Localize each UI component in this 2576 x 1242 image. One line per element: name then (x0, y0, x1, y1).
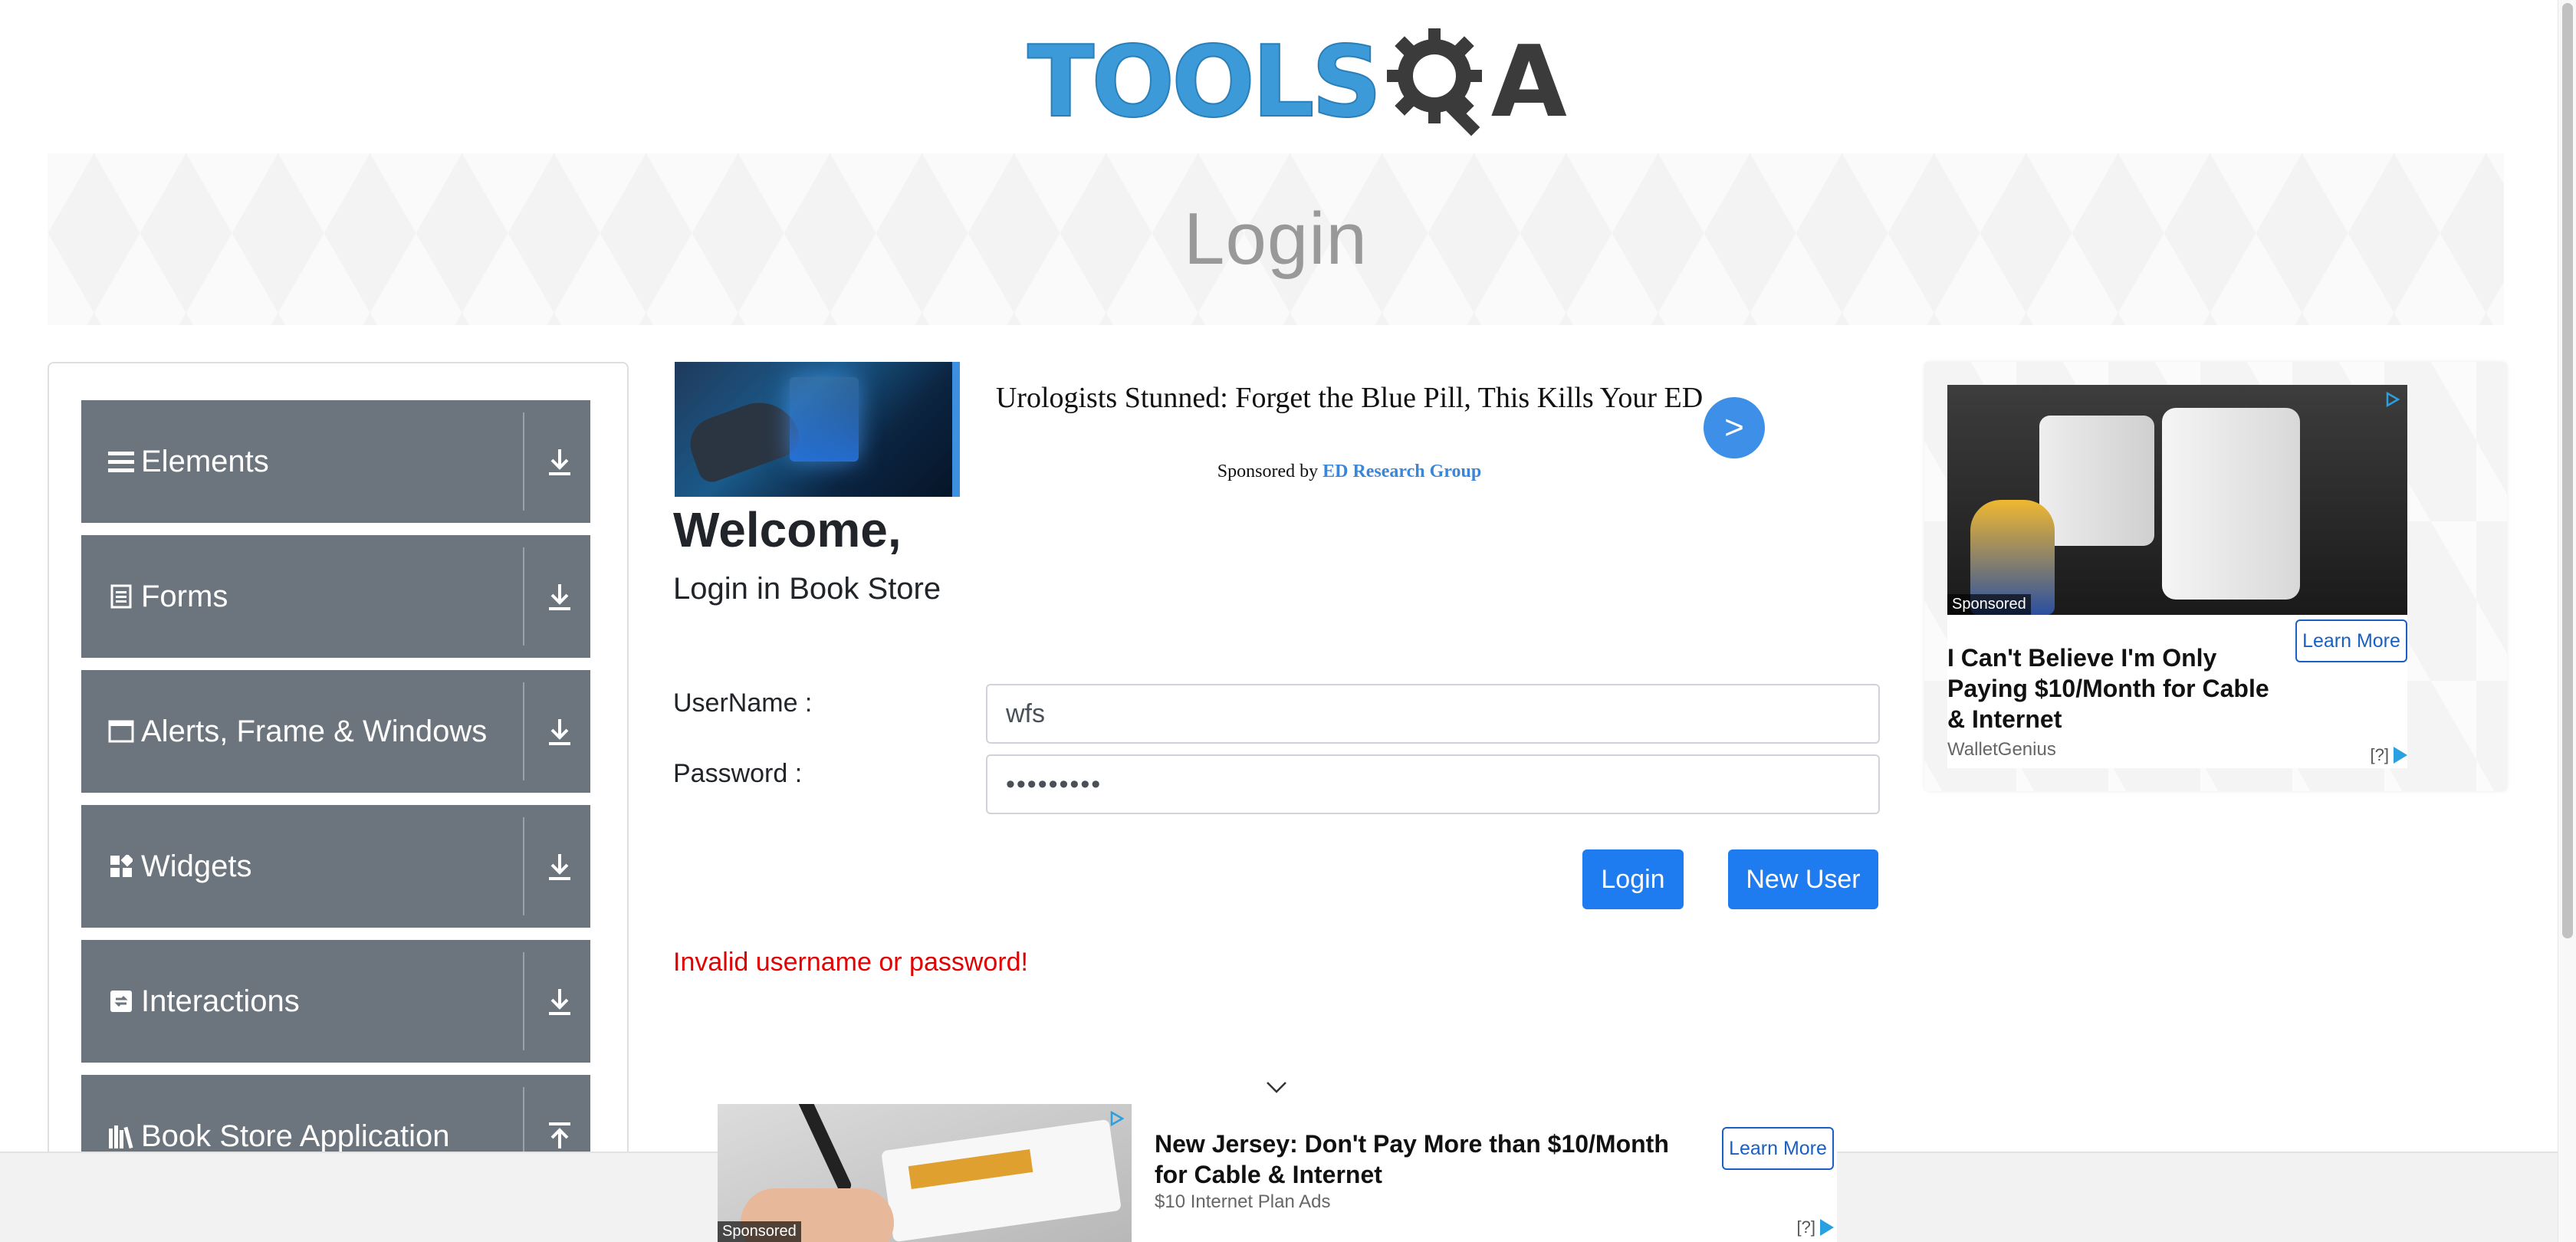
ad-info-label: [?] (2370, 745, 2389, 764)
page-title: Login (1184, 198, 1368, 280)
page-scrollbar[interactable] (2558, 0, 2576, 1242)
new-user-button[interactable]: New User (1728, 849, 1878, 909)
right-advertisement: Sponsored I Can't Believe I'm Only Payin… (1924, 362, 2507, 791)
divider (523, 952, 524, 1050)
ad-headline[interactable]: Urologists Stunned: Forget the Blue Pill… (966, 379, 1733, 417)
sponsored-tag: Sponsored (718, 1221, 801, 1242)
sidebar-group-label: Interactions (141, 984, 300, 1018)
download-arrow-icon[interactable] (541, 443, 578, 480)
sponsored-tag: Sponsored (1947, 594, 2031, 615)
password-input[interactable]: ••••••••• (986, 754, 1880, 814)
ad-image-modem (2039, 416, 2154, 546)
login-button[interactable]: Login (1582, 849, 1684, 909)
ad-image-router (2162, 408, 2300, 600)
window-icon (107, 718, 135, 745)
ad-go-button[interactable]: > (1704, 397, 1765, 458)
sidebar-group-label: Widgets (141, 849, 252, 883)
username-label: UserName : (673, 688, 813, 718)
adchoices-icon (1820, 1219, 1834, 1236)
chevron-down-icon[interactable] (1265, 1079, 1288, 1095)
sidebar-group-label: Book Store Application (141, 1119, 450, 1153)
adchoices-icon (2394, 747, 2407, 764)
ad-sponsor-name[interactable]: ED Research Group (1322, 462, 1481, 481)
gear-magnifier-icon (1382, 25, 1497, 140)
ad-info-label: [?] (1796, 1217, 1815, 1237)
bottom-advertisement[interactable]: Sponsored New Jersey: Don't Pay More tha… (718, 1104, 1837, 1242)
ad-image-hand (682, 391, 805, 486)
sidebar-group-label: Alerts, Frame & Windows (141, 714, 488, 748)
divider (523, 682, 524, 780)
bottom-ad-source: $10 Internet Plan Ads (1155, 1191, 1331, 1212)
sidebar-group-label: Elements (141, 444, 269, 478)
error-message: Invalid username or password! (673, 948, 1029, 977)
ad-thumbnail (675, 362, 960, 497)
download-arrow-icon[interactable] (541, 713, 578, 750)
welcome-heading: Welcome, (673, 502, 902, 557)
right-ad-source: WalletGenius (1947, 739, 2056, 760)
right-ad-title[interactable]: I Can't Believe I'm Only Paying $10/Mont… (1947, 642, 2285, 734)
sidebar-group-interactions[interactable]: Interactions (81, 940, 590, 1063)
sidebar-group-label: Forms (141, 579, 228, 613)
learn-more-button[interactable]: Learn More (1722, 1127, 1834, 1170)
widgets-icon (107, 853, 135, 880)
logo-a-text: A (1490, 25, 1567, 140)
divider (523, 547, 524, 646)
ad-info[interactable]: [?] (1797, 1217, 1834, 1237)
username-input[interactable]: wfs (986, 684, 1880, 744)
page: TOOLS A Login Elements Forms Alerts, Fra… (0, 0, 2576, 1242)
top-advertisement[interactable]: Urologists Stunned: Forget the Blue Pill… (675, 362, 1779, 497)
hamburger-icon (107, 448, 135, 475)
document-icon (107, 583, 135, 610)
toolsqa-logo[interactable]: TOOLS A (1027, 21, 1567, 144)
interactions-icon (107, 987, 135, 1015)
bottom-ad-title[interactable]: New Jersey: Don't Pay More than $10/Mont… (1155, 1129, 1691, 1190)
books-icon (107, 1122, 135, 1150)
right-ad-card[interactable]: Sponsored I Can't Believe I'm Only Payin… (1947, 385, 2407, 768)
adchoices-icon[interactable] (2384, 391, 2401, 412)
ad-image-glass (790, 377, 859, 462)
sidebar: Elements Forms Alerts, Frame & Windows W… (48, 362, 629, 1242)
sidebar-group-widgets[interactable]: Widgets (81, 805, 590, 928)
ad-info[interactable]: [?] (2371, 745, 2407, 765)
bottom-ad-image[interactable]: Sponsored (718, 1104, 1132, 1242)
ad-sponsor-line: Sponsored by ED Research Group (966, 462, 1733, 482)
download-arrow-icon[interactable] (541, 578, 578, 615)
password-label: Password : (673, 759, 803, 788)
learn-more-button[interactable]: Learn More (2295, 619, 2407, 662)
login-subtitle: Login in Book Store (673, 572, 941, 606)
adchoices-icon[interactable] (1109, 1110, 1125, 1131)
download-arrow-icon[interactable] (541, 848, 578, 885)
download-arrow-icon[interactable] (541, 983, 578, 1020)
sidebar-group-elements[interactable]: Elements (81, 400, 590, 523)
divider (523, 412, 524, 511)
ad-sponsored-by: Sponsored by (1217, 462, 1319, 481)
logo-tools-text: TOOLS (1027, 25, 1383, 140)
sidebar-group-alerts-frame-windows[interactable]: Alerts, Frame & Windows (81, 670, 590, 793)
ad-image-antenna (795, 1104, 853, 1194)
page-banner: Login (48, 153, 2504, 325)
sidebar-group-forms[interactable]: Forms (81, 535, 590, 658)
divider (523, 817, 524, 915)
scrollbar-thumb[interactable] (2562, 3, 2573, 938)
upload-arrow-icon[interactable] (541, 1118, 578, 1155)
right-ad-image[interactable]: Sponsored (1947, 385, 2407, 615)
